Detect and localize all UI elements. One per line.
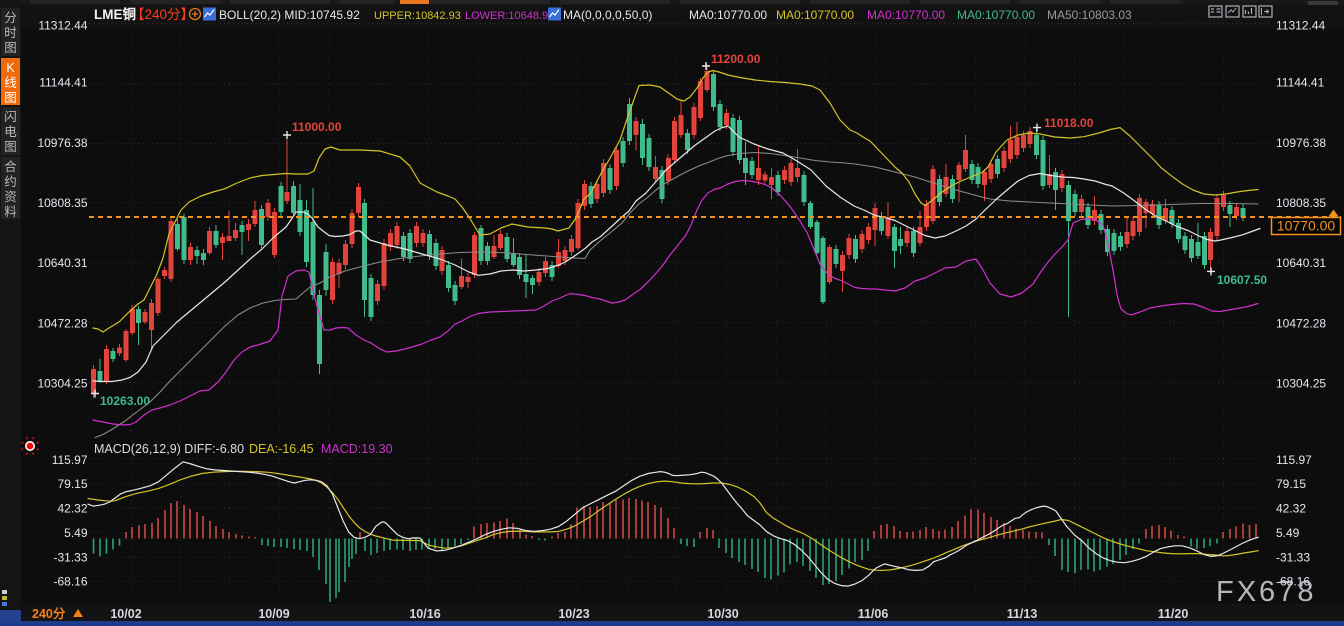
svg-text:11018.00: 11018.00 — [1044, 116, 1094, 130]
svg-text:MA0:10770.00: MA0:10770.00 — [867, 8, 945, 22]
svg-text:MACD:19.30: MACD:19.30 — [321, 442, 393, 456]
svg-text:11/20: 11/20 — [1158, 607, 1189, 621]
svg-text:10263.00: 10263.00 — [100, 394, 150, 408]
svg-text:115.97: 115.97 — [52, 453, 88, 467]
svg-text:10/30: 10/30 — [707, 607, 738, 621]
svg-text:MA0:10770.00: MA0:10770.00 — [957, 8, 1035, 22]
svg-text:79.15: 79.15 — [57, 477, 87, 491]
svg-text:料: 料 — [4, 205, 17, 219]
svg-text:MA50:10803.03: MA50:10803.03 — [1047, 8, 1132, 22]
svg-text:LME铜: LME铜 — [94, 6, 136, 22]
svg-text:电: 电 — [4, 125, 17, 139]
svg-text:图: 图 — [4, 91, 17, 105]
svg-text:MA0:10770.00: MA0:10770.00 — [689, 8, 767, 22]
svg-text:10304.25: 10304.25 — [1276, 377, 1326, 391]
svg-text:MA(0,0,0,0,50,0): MA(0,0,0,0,50,0) — [563, 8, 652, 22]
svg-text:图: 图 — [4, 41, 17, 55]
svg-text:5.49: 5.49 — [64, 526, 88, 540]
svg-text:-68.16: -68.16 — [53, 575, 87, 589]
svg-text:11144.41: 11144.41 — [1276, 76, 1325, 90]
svg-text:MA0:10770.00: MA0:10770.00 — [776, 8, 854, 22]
svg-text:11000.00: 11000.00 — [292, 120, 342, 134]
svg-text:图: 图 — [4, 140, 17, 154]
svg-text:分: 分 — [4, 11, 17, 25]
svg-text:BOLL(20,2) MID:10745.92: BOLL(20,2) MID:10745.92 — [219, 8, 360, 22]
svg-text:MACD(26,12,9) DIFF:-6.80: MACD(26,12,9) DIFF:-6.80 — [94, 442, 244, 456]
svg-text:11144.41: 11144.41 — [39, 76, 88, 90]
svg-text:-31.33: -31.33 — [1276, 551, 1310, 565]
svg-text:10/16: 10/16 — [409, 607, 440, 621]
svg-text:10976.38: 10976.38 — [37, 136, 87, 150]
svg-text:K: K — [6, 61, 15, 75]
svg-text:线: 线 — [4, 76, 17, 90]
svg-text:11200.00: 11200.00 — [711, 52, 761, 66]
svg-text:UPPER:10842.93: UPPER:10842.93 — [374, 10, 461, 22]
svg-text:合: 合 — [4, 159, 17, 174]
svg-text:-31.33: -31.33 — [53, 551, 87, 565]
svg-text:240分: 240分 — [32, 606, 66, 621]
svg-text:10640.31: 10640.31 — [37, 256, 87, 270]
svg-text:11312.44: 11312.44 — [1276, 18, 1325, 32]
svg-text:资: 资 — [4, 190, 17, 204]
svg-text:11/13: 11/13 — [1007, 607, 1038, 621]
svg-text:【240分】: 【240分】 — [131, 7, 194, 22]
svg-text:79.15: 79.15 — [1276, 477, 1306, 491]
svg-text:10770.00: 10770.00 — [1277, 218, 1336, 234]
svg-text:10/09: 10/09 — [258, 607, 289, 621]
svg-text:DEA:-16.45: DEA:-16.45 — [249, 442, 314, 456]
svg-text:10472.28: 10472.28 — [37, 316, 87, 330]
svg-text:11/06: 11/06 — [858, 607, 889, 621]
svg-text:10808.35: 10808.35 — [37, 196, 87, 210]
svg-text:10976.38: 10976.38 — [1276, 136, 1326, 150]
svg-text:42.32: 42.32 — [1276, 501, 1306, 515]
svg-text:10/23: 10/23 — [558, 607, 589, 621]
svg-text:10607.50: 10607.50 — [1217, 273, 1267, 287]
svg-text:10/02: 10/02 — [110, 607, 141, 621]
svg-text:10808.35: 10808.35 — [1276, 196, 1326, 210]
svg-text:时: 时 — [4, 26, 17, 40]
svg-text:10304.25: 10304.25 — [37, 377, 87, 391]
svg-text:10640.31: 10640.31 — [1276, 256, 1326, 270]
svg-text:10472.28: 10472.28 — [1276, 316, 1326, 330]
svg-text:5.49: 5.49 — [1276, 526, 1300, 540]
svg-text:LOWER:10648.92: LOWER:10648.92 — [465, 10, 554, 22]
svg-text:115.97: 115.97 — [1276, 453, 1312, 467]
svg-text:FX678: FX678 — [1216, 576, 1316, 608]
svg-text:约: 约 — [4, 174, 17, 189]
svg-text:42.32: 42.32 — [57, 501, 87, 515]
svg-text:11312.44: 11312.44 — [38, 18, 87, 32]
svg-text:闪: 闪 — [4, 110, 17, 124]
